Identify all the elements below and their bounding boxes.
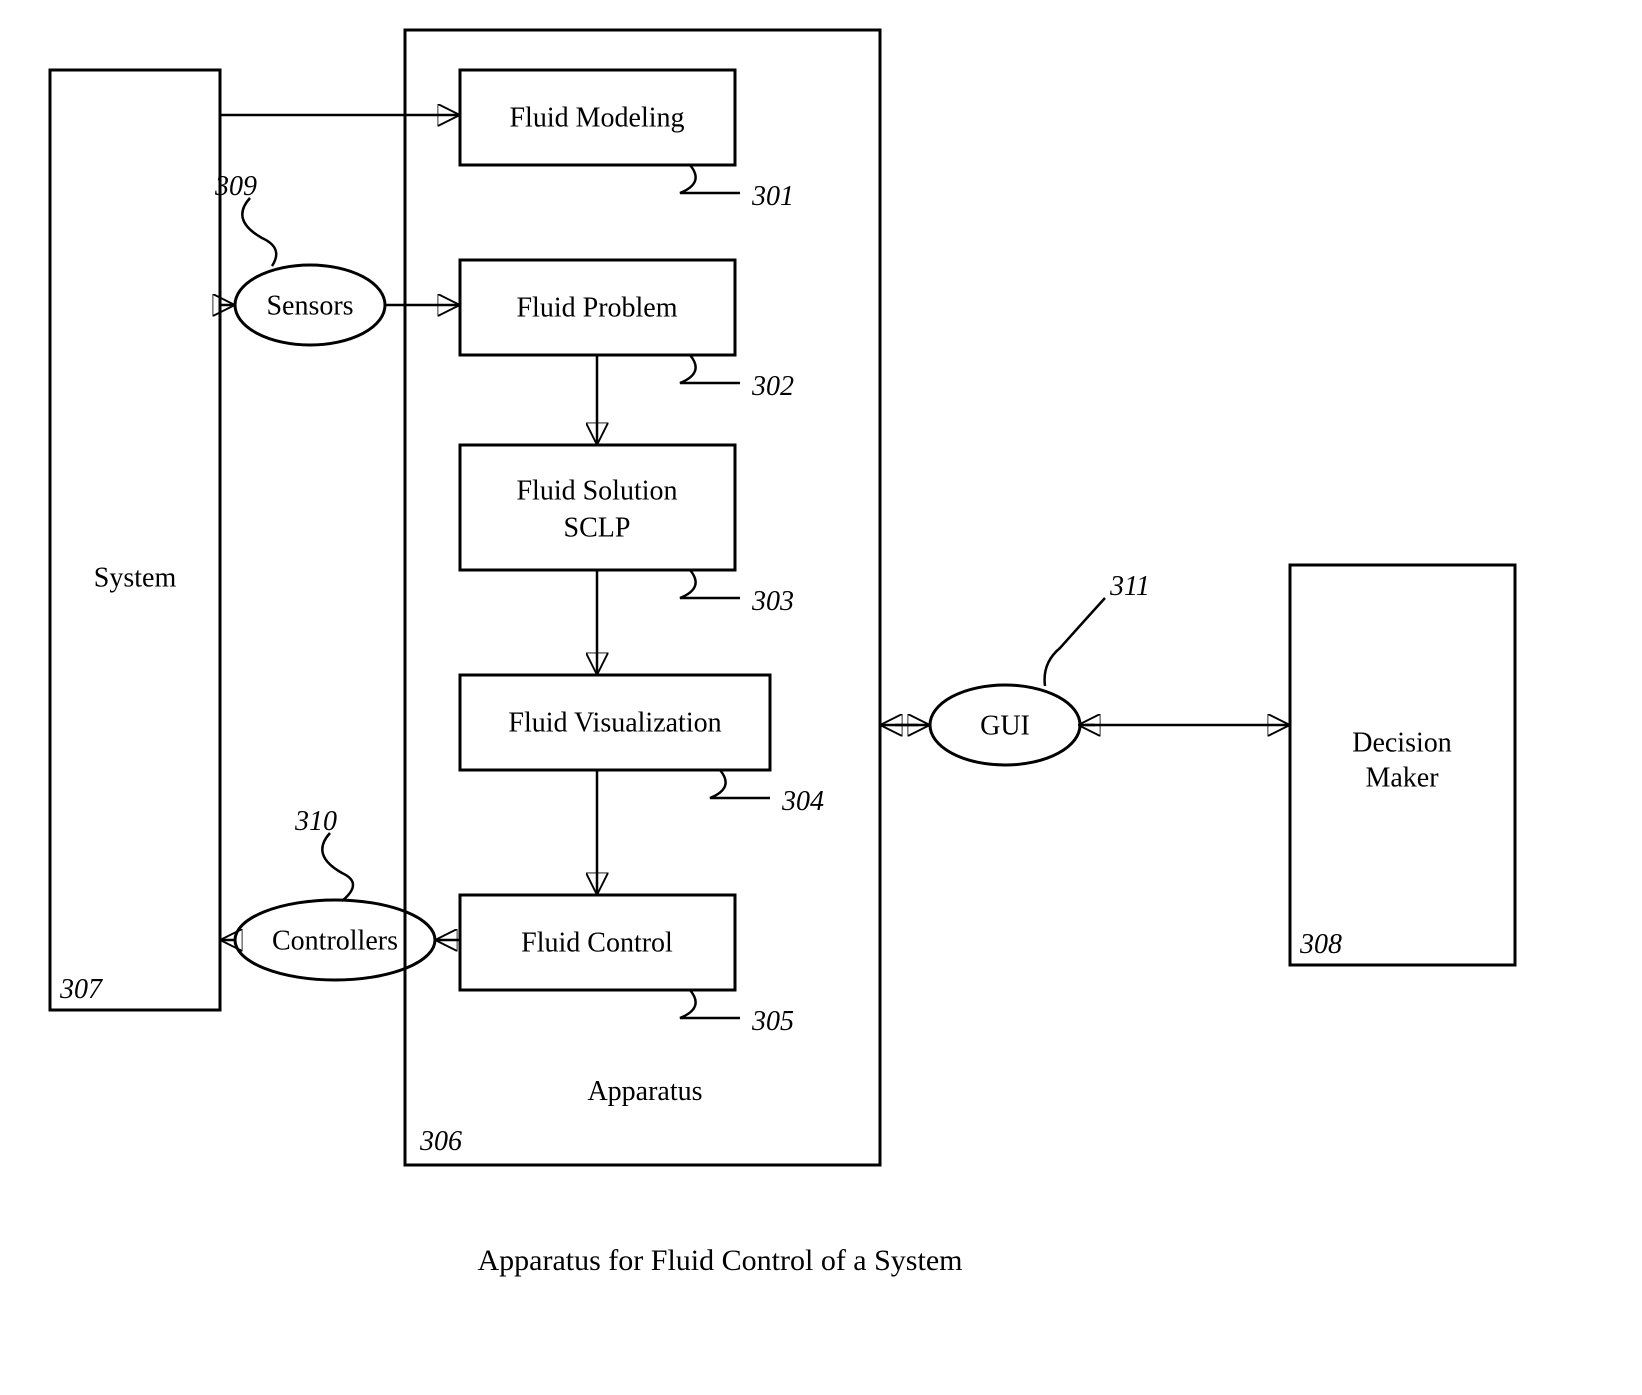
decision-maker-label-2: Maker <box>1365 762 1439 793</box>
fluid-visualization-leader <box>710 770 770 798</box>
system-ref: 307 <box>59 974 103 1005</box>
fluid-visualization-ref: 304 <box>781 786 824 817</box>
controllers-ref: 310 <box>294 806 337 837</box>
fluid-control-ref: 305 <box>751 1006 794 1037</box>
system-block <box>50 70 220 1010</box>
decision-maker-ref: 308 <box>1299 929 1342 960</box>
fluid-problem-leader <box>680 355 740 383</box>
gui-ref: 311 <box>1109 571 1150 602</box>
fluid-solution-block <box>460 445 735 570</box>
fluid-solution-ref: 303 <box>751 586 794 617</box>
fluid-problem-label: Fluid Problem <box>516 292 677 323</box>
fluid-control-label: Fluid Control <box>521 927 673 958</box>
sensors-label: Sensors <box>266 290 353 321</box>
figure-caption: Apparatus for Fluid Control of a System <box>478 1244 963 1277</box>
controllers-leader <box>322 833 353 901</box>
sensors-ref: 309 <box>214 171 257 202</box>
fluid-control-leader <box>680 990 740 1018</box>
fluid-solution-label-1: Fluid Solution <box>516 475 677 506</box>
fluid-modeling-ref: 301 <box>751 181 794 212</box>
fluid-solution-label-2: SCLP <box>564 512 631 543</box>
decision-maker-label-1: Decision <box>1352 727 1452 758</box>
sensors-leader <box>242 198 276 266</box>
fluid-visualization-label: Fluid Visualization <box>508 707 721 738</box>
fluid-problem-ref: 302 <box>751 371 794 402</box>
fluid-modeling-label: Fluid Modeling <box>509 102 684 133</box>
apparatus-label: Apparatus <box>587 1076 702 1107</box>
apparatus-block <box>405 30 880 1165</box>
fluid-modeling-leader <box>680 165 740 193</box>
system-label: System <box>94 562 177 593</box>
gui-leader <box>1045 598 1105 686</box>
fluid-solution-leader <box>680 570 740 598</box>
apparatus-ref: 306 <box>419 1126 462 1157</box>
controllers-label: Controllers <box>272 925 398 956</box>
gui-label: GUI <box>980 710 1030 741</box>
